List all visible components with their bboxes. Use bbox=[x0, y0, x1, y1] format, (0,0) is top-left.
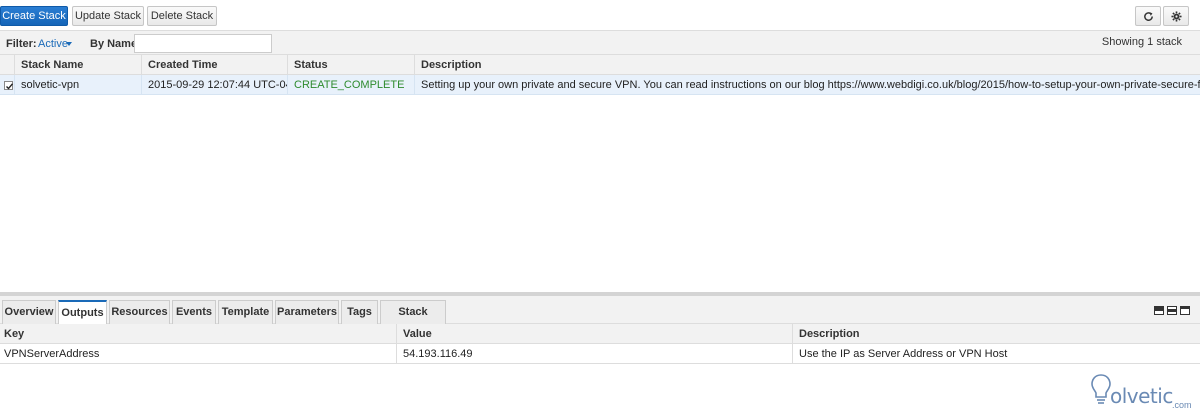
watermark-suffix: .com bbox=[1172, 400, 1192, 410]
stacks-table: Stack Name Created Time Status Descripti… bbox=[0, 55, 1200, 95]
outputs-table-header: Key Value Description bbox=[0, 324, 1200, 344]
select-column-header bbox=[0, 55, 14, 75]
gear-icon bbox=[1171, 11, 1182, 22]
tab-stack-policy[interactable]: Stack Policy bbox=[380, 300, 446, 340]
column-header-stack-name[interactable]: Stack Name bbox=[14, 55, 141, 75]
tab-events[interactable]: Events bbox=[172, 300, 216, 324]
created-time-cell: 2015-09-29 12:07:44 UTC-0450 bbox=[141, 75, 287, 95]
settings-button[interactable] bbox=[1163, 6, 1189, 26]
create-stack-button[interactable]: Create Stack bbox=[0, 6, 68, 26]
column-header-description[interactable]: Description bbox=[414, 55, 1200, 75]
column-header-key[interactable]: Key bbox=[0, 324, 396, 344]
filter-dropdown[interactable]: Active bbox=[38, 38, 68, 50]
table-row[interactable]: solvetic-vpn 2015-09-29 12:07:44 UTC-045… bbox=[0, 75, 1200, 95]
detail-tabs: Overview Outputs Resources Events Templa… bbox=[0, 296, 1200, 340]
split-pane-icon[interactable] bbox=[1167, 306, 1177, 315]
stack-count: Showing 1 stack bbox=[1101, 36, 1182, 48]
update-stack-button[interactable]: Update Stack bbox=[72, 6, 144, 26]
filter-bar: Filter: Active By Name: Showing 1 stack bbox=[0, 30, 1200, 55]
filter-label: Filter: bbox=[6, 38, 37, 50]
column-header-output-description[interactable]: Description bbox=[792, 324, 1200, 344]
table-row[interactable]: VPNServerAddress 54.193.116.49 Use the I… bbox=[0, 344, 1200, 364]
delete-stack-button[interactable]: Delete Stack bbox=[147, 6, 217, 26]
tab-overview[interactable]: Overview bbox=[2, 300, 56, 324]
chevron-down-icon[interactable] bbox=[66, 42, 72, 46]
by-name-input[interactable] bbox=[134, 34, 272, 53]
checkmark-icon bbox=[6, 83, 14, 90]
output-value-cell: 54.193.116.49 bbox=[396, 344, 792, 364]
pane-layout-controls bbox=[1151, 306, 1190, 318]
description-cell: Setting up your own private and secure V… bbox=[414, 75, 1200, 95]
toolbar: Create Stack Update Stack Delete Stack bbox=[0, 0, 1200, 30]
stack-name-cell: solvetic-vpn bbox=[14, 75, 141, 95]
refresh-icon bbox=[1144, 12, 1153, 21]
tab-tags[interactable]: Tags bbox=[341, 300, 378, 324]
row-checkbox[interactable] bbox=[4, 81, 14, 90]
column-header-created-time[interactable]: Created Time bbox=[141, 55, 287, 75]
column-header-value[interactable]: Value bbox=[396, 324, 792, 344]
stacks-table-header: Stack Name Created Time Status Descripti… bbox=[0, 55, 1200, 75]
status-cell: CREATE_COMPLETE bbox=[287, 75, 414, 95]
row-select-cell bbox=[0, 75, 14, 95]
output-key-cell: VPNServerAddress bbox=[4, 348, 100, 360]
tab-resources[interactable]: Resources bbox=[109, 300, 170, 324]
tab-outputs[interactable]: Outputs bbox=[58, 300, 107, 325]
column-header-status[interactable]: Status bbox=[287, 55, 414, 75]
watermark-text: olvetic bbox=[1110, 384, 1173, 408]
minimize-pane-icon[interactable] bbox=[1180, 306, 1190, 315]
tab-template[interactable]: Template bbox=[218, 300, 273, 324]
refresh-button[interactable] bbox=[1135, 6, 1161, 26]
output-description-cell: Use the IP as Server Address or VPN Host bbox=[792, 344, 1200, 364]
outputs-table: Key Value Description VPNServerAddress 5… bbox=[0, 324, 1200, 364]
maximize-pane-icon[interactable] bbox=[1154, 306, 1164, 315]
tab-parameters[interactable]: Parameters bbox=[275, 300, 339, 324]
solvetic-watermark-logo: olvetic .com bbox=[1086, 372, 1192, 412]
